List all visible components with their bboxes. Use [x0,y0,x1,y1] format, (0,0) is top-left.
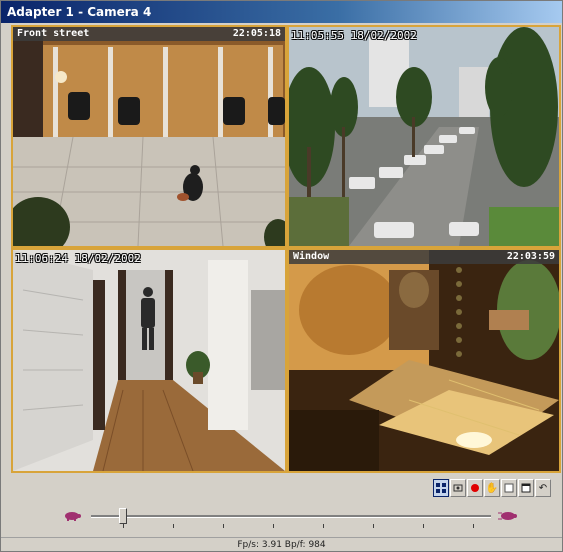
app-window: Adapter 1 - Camera 4 Front street 22:05:… [0,0,563,552]
slider-track[interactable] [91,515,491,518]
camera-view-street[interactable]: 11:05:55 18/02/2002 [289,27,559,246]
slider-tick [473,524,474,528]
camera-timestamp: 11:05:55 18/02/2002 [291,29,417,42]
hand-icon[interactable]: ✋ [484,479,500,497]
status-text: Fp/s: 3.91 Bp/f: 984 [237,540,326,550]
quad-view-icon[interactable] [433,479,449,497]
window-icon[interactable] [518,479,534,497]
slider-tick [123,524,124,528]
title-bar: Adapter 1 - Camera 4 [1,1,562,23]
status-bar: Fp/s: 3.91 Bp/f: 984 [1,537,562,552]
camera-header: Window 22:03:59 [289,250,559,264]
camera-name: Window [293,251,330,262]
camera-grid: Front street 22:05:18 11:05:55 18/02/200… [11,25,561,473]
camera-timestamp: 11:06:24 18/02/2002 [15,252,141,265]
slider-tick [223,524,224,528]
camera-time: 22:03:59 [506,251,555,262]
street-scene [289,27,559,246]
camera-view-window[interactable]: Window 22:03:59 [289,250,559,471]
playback-slider[interactable] [61,505,521,531]
camera-name: Front street [17,28,90,39]
lobby-scene [13,27,285,246]
slider-thumb[interactable] [119,508,127,524]
slider-tick [323,524,324,528]
camera-select-icon[interactable] [450,479,466,497]
camera-view-front-street[interactable]: Front street 22:05:18 [13,27,285,246]
slider-tick [273,524,274,528]
turtle-fast-icon[interactable] [497,509,519,523]
arrow-back-icon[interactable]: ↶ [535,479,551,497]
jewelry-scene [289,250,559,471]
corridor-scene [13,250,285,471]
slider-tick [373,524,374,528]
view-toolbar: ✋ ↶ [433,479,557,499]
slider-tick [423,524,424,528]
camera-header: Front street 22:05:18 [13,27,285,41]
camera-time: 22:05:18 [232,28,281,39]
camera-view-corridor[interactable]: 11:06:24 18/02/2002 [13,250,285,471]
window-title: Adapter 1 - Camera 4 [7,5,152,19]
blank-frame-icon[interactable] [501,479,517,497]
turtle-slow-icon[interactable] [61,509,83,523]
slider-tick [173,524,174,528]
record-icon[interactable] [467,479,483,497]
